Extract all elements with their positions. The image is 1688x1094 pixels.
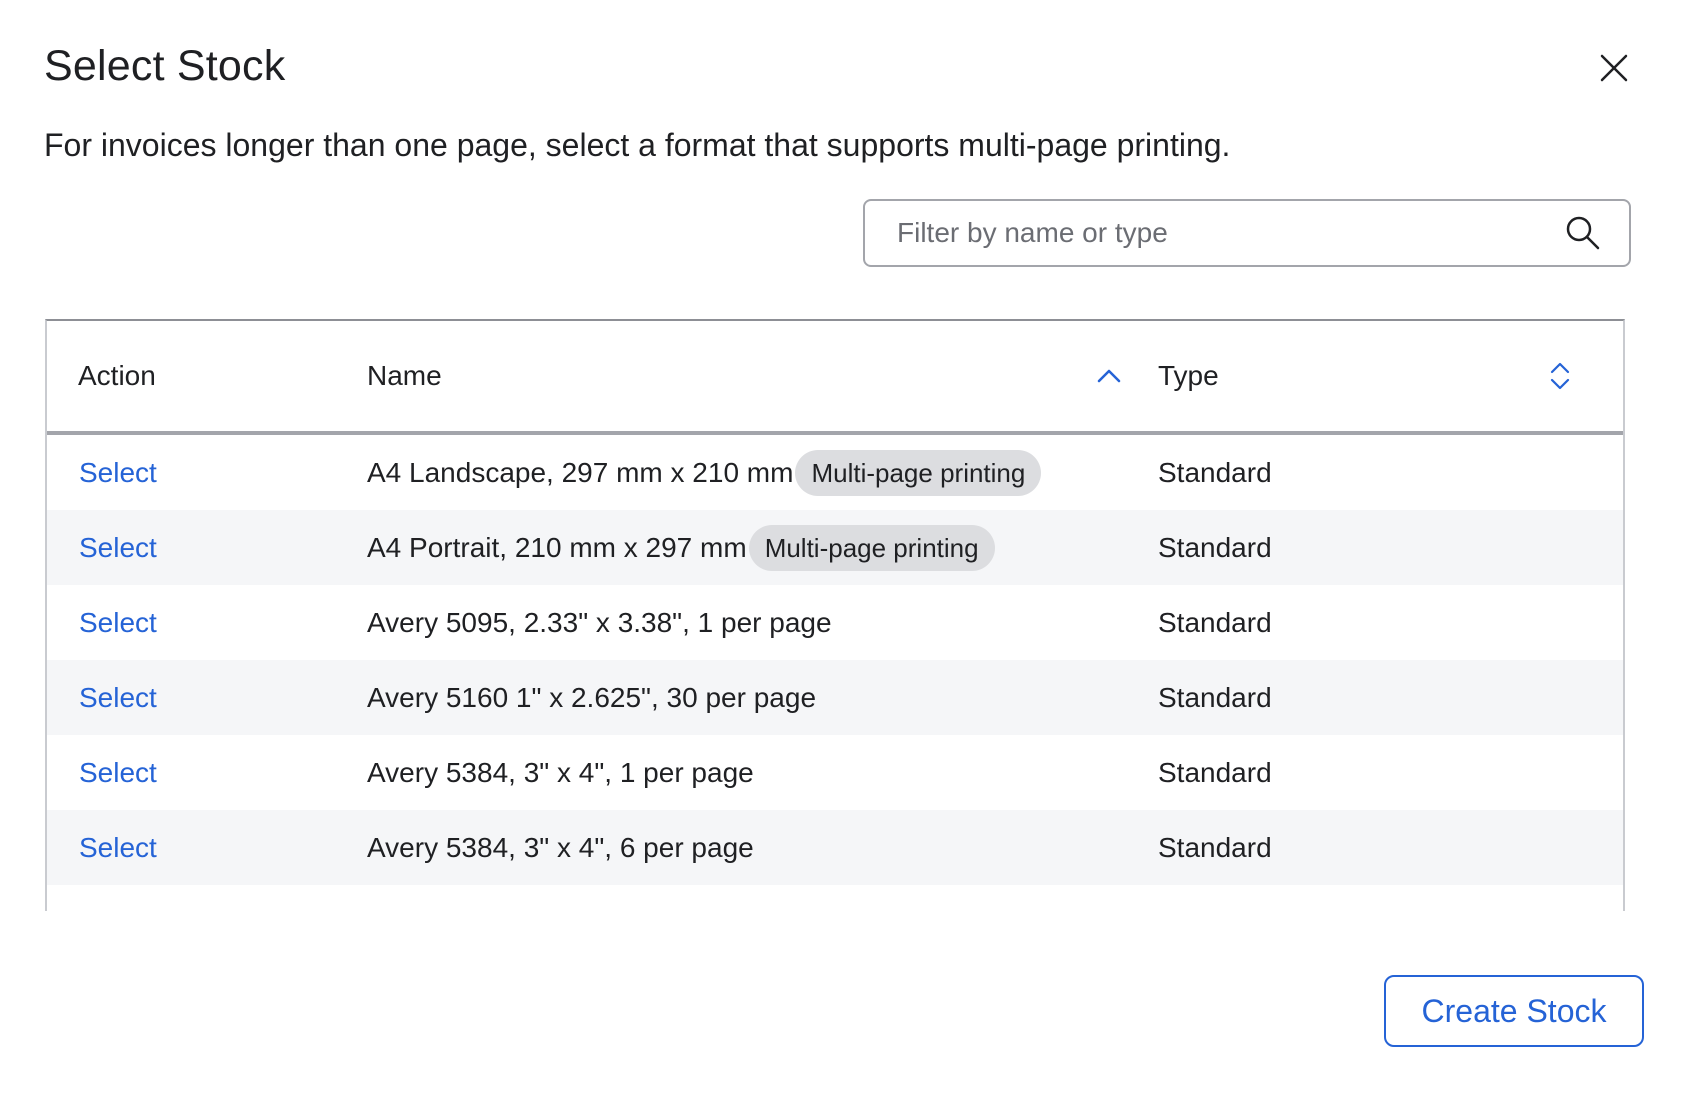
column-header-action: Action [78,360,156,391]
sort-ascending-icon[interactable] [1093,360,1125,392]
stock-type: Standard [1158,607,1272,638]
stock-type: Standard [1158,532,1272,563]
select-link[interactable]: Select [79,660,157,735]
stock-name: A4 Portrait, 210 mm x 297 mm [367,532,747,563]
table-row: Select Avery 5095, 2.33" x 3.38", 1 per … [47,585,1623,660]
select-link[interactable]: Select [79,435,157,510]
stock-name: Avery 5384, 3" x 4", 6 per page [367,832,754,863]
search-input[interactable] [865,200,1563,266]
select-stock-dialog: Select Stock For invoices longer than on… [0,0,1688,1094]
multi-page-badge: Multi-page printing [795,449,1042,496]
close-icon [1599,53,1629,88]
dialog-title: Select Stock [44,42,286,90]
stock-type: Standard [1158,457,1272,488]
multi-page-badge: Multi-page printing [748,524,995,571]
select-link[interactable]: Select [79,735,157,810]
stock-type: Standard [1158,682,1272,713]
stock-type: Standard [1158,832,1272,863]
stock-name: Avery 5160 1" x 2.625", 30 per page [367,682,817,713]
stock-name: Avery 5384, 3" x 4", 1 per page [367,757,754,788]
table-body: Select A4 Landscape, 297 mm x 210 mm Mul… [47,435,1623,885]
table-row: Select A4 Landscape, 297 mm x 210 mm Mul… [47,435,1623,510]
stock-name-cell: Avery 5384, 3" x 4", 1 per page [367,735,754,810]
select-link[interactable]: Select [79,585,157,660]
stock-name: Avery 5095, 2.33" x 3.38", 1 per page [367,607,832,638]
stock-name-cell: Avery 5160 1" x 2.625", 30 per page [367,660,816,735]
table-row: Select Avery 5160 1" x 2.625", 30 per pa… [47,660,1623,735]
sort-unsorted-icon[interactable] [1544,360,1576,392]
select-link[interactable]: Select [79,810,157,885]
stock-name-cell: A4 Landscape, 297 mm x 210 mm Multi-page… [367,435,1042,510]
stock-table: Action Name Type Select A4 Landscape, 29… [45,319,1625,911]
search-icon[interactable] [1563,213,1603,253]
column-header-type[interactable]: Type [1158,321,1219,431]
column-header-name[interactable]: Name [367,321,442,431]
stock-name-cell: Avery 5384, 3" x 4", 6 per page [367,810,754,885]
table-row: Select A4 Portrait, 210 mm x 297 mm Mult… [47,510,1623,585]
table-header: Action Name Type [47,321,1623,435]
dialog-description: For invoices longer than one page, selec… [44,127,1231,163]
table-row: Select Avery 5384, 3" x 4", 1 per page S… [47,735,1623,810]
close-button[interactable] [1594,50,1634,90]
stock-name-cell: Avery 5095, 2.33" x 3.38", 1 per page [367,585,832,660]
table-row: Select Avery 5384, 3" x 4", 6 per page S… [47,810,1623,885]
stock-type: Standard [1158,757,1272,788]
stock-name: A4 Landscape, 297 mm x 210 mm [367,457,794,488]
select-link[interactable]: Select [79,510,157,585]
search-field[interactable] [863,199,1631,267]
stock-name-cell: A4 Portrait, 210 mm x 297 mm Multi-page … [367,510,995,585]
create-stock-button[interactable]: Create Stock [1384,975,1644,1047]
